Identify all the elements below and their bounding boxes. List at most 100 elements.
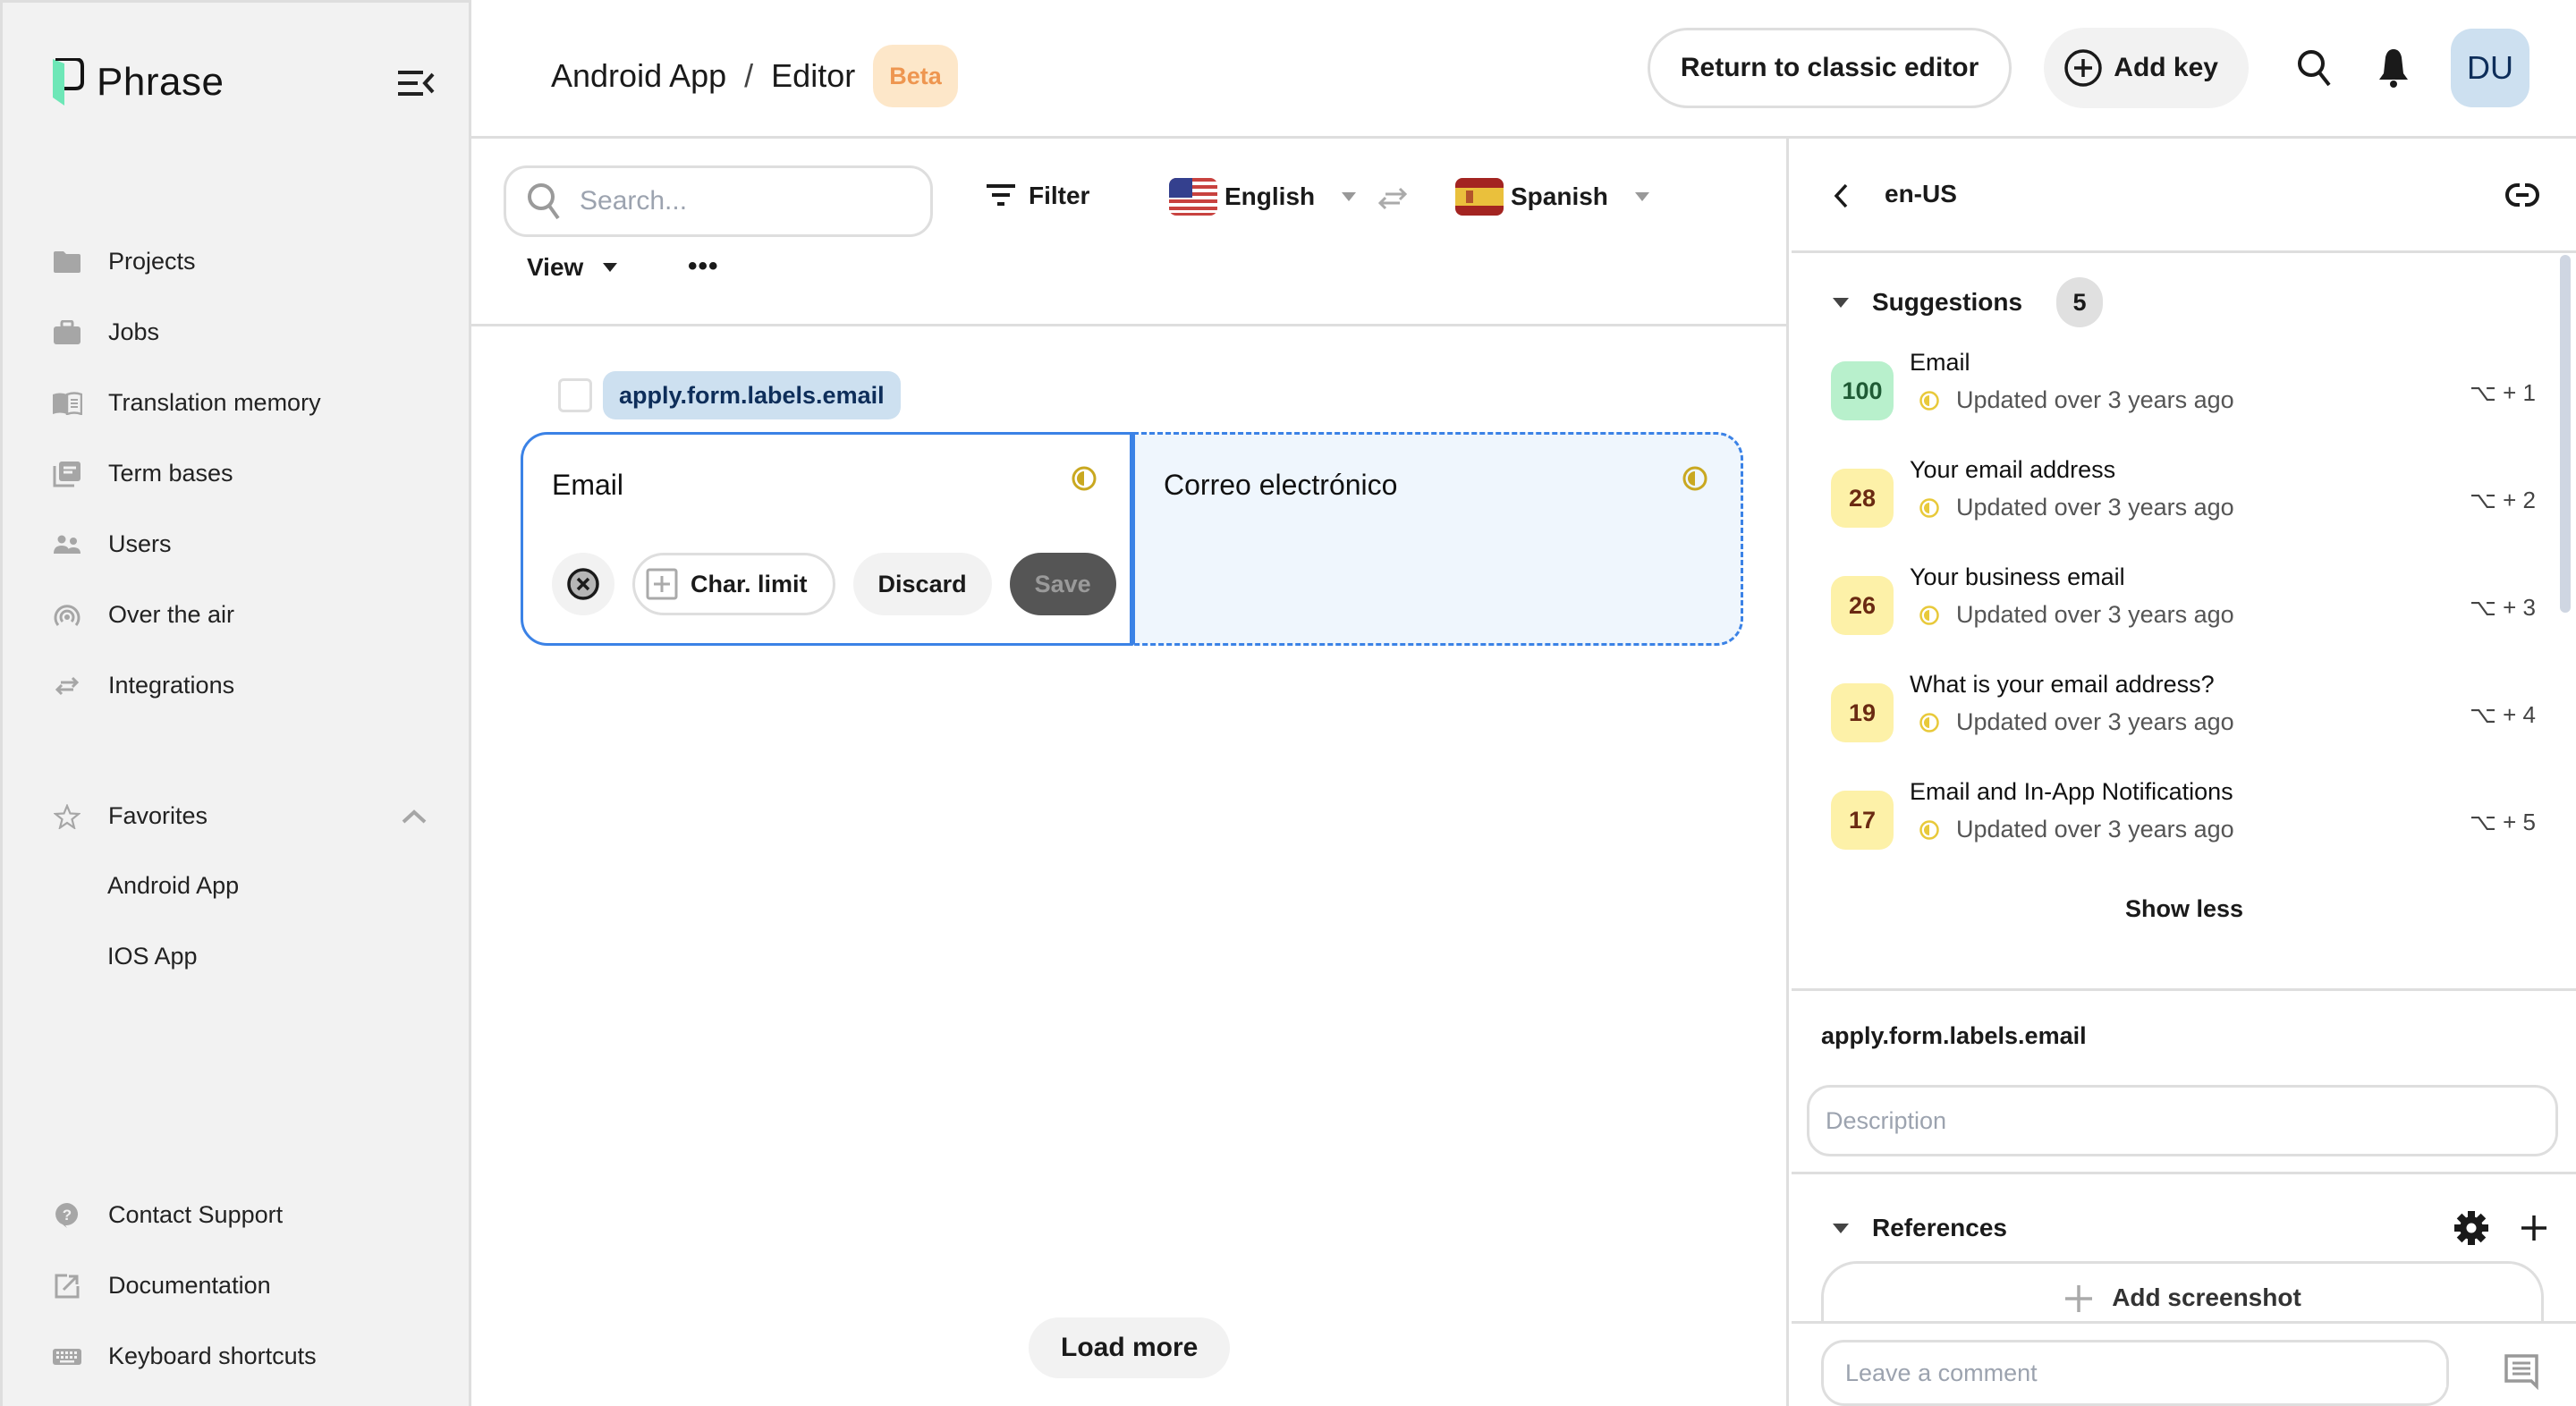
- suggestion-text: Your email address: [1910, 456, 2116, 483]
- sidebar-item-keyboard-shortcuts[interactable]: Keyboard shortcuts: [52, 1321, 445, 1392]
- locale-label: en-US: [1885, 180, 1957, 208]
- filter-label: Filter: [1029, 182, 1090, 209]
- status-half-circle-icon[interactable]: [1682, 465, 1708, 492]
- search-input[interactable]: [580, 186, 884, 216]
- suggestion-item[interactable]: 100 Email Updated over 3 years ago ⌥ + 1: [1831, 349, 2546, 456]
- show-less-button[interactable]: Show less: [2125, 895, 2243, 923]
- suggestion-item[interactable]: 19 What is your email address? Updated o…: [1831, 671, 2546, 778]
- suggestion-shortcut: ⌥ + 4: [2469, 701, 2536, 728]
- search-icon: [2298, 50, 2331, 87]
- sidebar-item-label: Projects: [108, 248, 196, 275]
- top-header: Android App / Editor Beta Return to clas…: [471, 0, 2576, 139]
- source-actions: Char. limit Discard Save: [552, 553, 1116, 615]
- editor-toolbar: Filter English Spanish View •••: [471, 139, 1786, 326]
- comment-field[interactable]: [1821, 1340, 2449, 1406]
- char-limit-button[interactable]: Char. limit: [632, 553, 835, 615]
- save-button[interactable]: Save: [1009, 553, 1116, 615]
- comment-input[interactable]: [1845, 1359, 2446, 1387]
- phrase-logo[interactable]: Phrase: [52, 58, 224, 106]
- suggestion-updated: Updated over 3 years ago: [1956, 386, 2234, 413]
- match-score: 100: [1831, 361, 1894, 420]
- notifications-button[interactable]: [2372, 47, 2415, 89]
- sidebar-item-projects[interactable]: Projects: [52, 226, 445, 297]
- favorite-item-android-app[interactable]: Android App: [107, 851, 239, 921]
- target-cell[interactable]: Correo electrónico: [1132, 432, 1743, 646]
- collapse-sidebar-button[interactable]: [396, 67, 436, 99]
- book-icon: [52, 388, 82, 419]
- sidebar-item-term-bases[interactable]: Term bases: [52, 438, 445, 509]
- panel-scrollbar[interactable]: [2560, 255, 2571, 613]
- suggestion-item[interactable]: 17 Email and In-App Notifications Update…: [1831, 778, 2546, 885]
- key-name-chip[interactable]: apply.form.labels.email: [603, 371, 901, 419]
- references-toggle[interactable]: References: [1833, 1210, 2548, 1246]
- details-panel: en-US Suggestions 5 100 Email Updated ov…: [1792, 139, 2576, 1406]
- menu-collapse-icon: [398, 71, 435, 96]
- spain-flag-icon: [1455, 178, 1504, 216]
- suggestions-title: Suggestions: [1872, 288, 2023, 316]
- sidebar-item-label: Jobs: [108, 318, 160, 345]
- global-search-button[interactable]: [2293, 47, 2336, 89]
- sidebar-item-jobs[interactable]: Jobs: [52, 297, 445, 368]
- caret-down-icon: [1833, 297, 1849, 308]
- more-options-button[interactable]: •••: [688, 251, 719, 282]
- description-input[interactable]: [1807, 1085, 2558, 1156]
- plus-icon[interactable]: [2520, 1214, 2548, 1242]
- suggestions-toggle[interactable]: Suggestions 5: [1833, 277, 2104, 327]
- sidebar-item-label: Keyboard shortcuts: [108, 1342, 317, 1369]
- plus-square-icon: [646, 568, 678, 600]
- sidebar-item-label: Documentation: [108, 1272, 271, 1299]
- status-half-circle-icon: [1919, 605, 1939, 625]
- panel-key-name: apply.form.labels.email: [1821, 1022, 2087, 1049]
- folder-icon: [52, 247, 82, 277]
- source-cell[interactable]: Email Char. limit Discard Save: [521, 432, 1132, 646]
- load-more-button[interactable]: Load more: [1029, 1317, 1231, 1378]
- view-dropdown[interactable]: View: [527, 253, 618, 282]
- discard-button[interactable]: Discard: [852, 553, 992, 615]
- library-icon: [52, 459, 82, 489]
- caret-down-icon: [1342, 192, 1357, 201]
- caret-down-icon: [1833, 1223, 1849, 1233]
- gear-icon[interactable]: [2453, 1210, 2489, 1246]
- status-half-circle-icon: [1919, 390, 1939, 411]
- favorite-item-ios-app[interactable]: IOS App: [107, 921, 239, 992]
- brand-name: Phrase: [97, 60, 225, 104]
- sidebar-item-documentation[interactable]: Documentation: [52, 1250, 445, 1321]
- swap-arrows-icon: [52, 671, 82, 701]
- sidebar-item-over-the-air[interactable]: Over the air: [52, 580, 445, 650]
- suggestion-item[interactable]: 26 Your business email Updated over 3 ye…: [1831, 563, 2546, 671]
- favorites-toggle[interactable]: Favorites: [52, 781, 428, 851]
- user-avatar[interactable]: DU: [2451, 29, 2529, 107]
- suggestion-text: Email: [1910, 349, 1970, 376]
- return-to-classic-editor-button[interactable]: Return to classic editor: [1647, 28, 2012, 108]
- favorites-list: Android App IOS App: [107, 851, 239, 992]
- link-icon[interactable]: [2504, 182, 2540, 208]
- suggestion-meta: Updated over 3 years ago: [1919, 494, 2234, 521]
- sidebar-item-translation-memory[interactable]: Translation memory: [52, 368, 445, 438]
- breadcrumb: Android App / Editor Beta: [551, 45, 958, 107]
- key-select-checkbox[interactable]: [558, 378, 592, 412]
- chevron-left-icon[interactable]: [1831, 182, 1851, 210]
- chevron-up-icon: [402, 809, 427, 823]
- source-language-select[interactable]: English: [1169, 178, 1357, 216]
- sidebar-item-contact-support[interactable]: ? Contact Support: [52, 1180, 445, 1250]
- suggestion-item[interactable]: 28 Your email address Updated over 3 yea…: [1831, 456, 2546, 563]
- caret-down-icon: [603, 263, 618, 272]
- add-key-button[interactable]: Add key: [2044, 28, 2249, 108]
- breadcrumb-project[interactable]: Android App: [551, 57, 726, 95]
- source-text[interactable]: Email: [552, 469, 623, 502]
- status-half-circle-icon[interactable]: [1071, 465, 1097, 492]
- clear-button[interactable]: [552, 553, 614, 615]
- status-half-circle-icon: [1919, 497, 1939, 518]
- swap-languages-button[interactable]: [1377, 185, 1409, 216]
- suggestion-meta: Updated over 3 years ago: [1919, 708, 2234, 736]
- sidebar-item-integrations[interactable]: Integrations: [52, 650, 445, 721]
- target-language-select[interactable]: Spanish: [1455, 178, 1649, 216]
- search-field[interactable]: [504, 165, 933, 237]
- divider: [1792, 988, 2576, 991]
- comment-icon[interactable]: [2504, 1354, 2540, 1390]
- sidebar-item-users[interactable]: Users: [52, 509, 445, 580]
- beta-badge: Beta: [873, 45, 958, 107]
- filter-button[interactable]: Filter: [986, 182, 1089, 210]
- target-text[interactable]: Correo electrónico: [1164, 469, 1397, 502]
- external-link-icon: [52, 1271, 82, 1301]
